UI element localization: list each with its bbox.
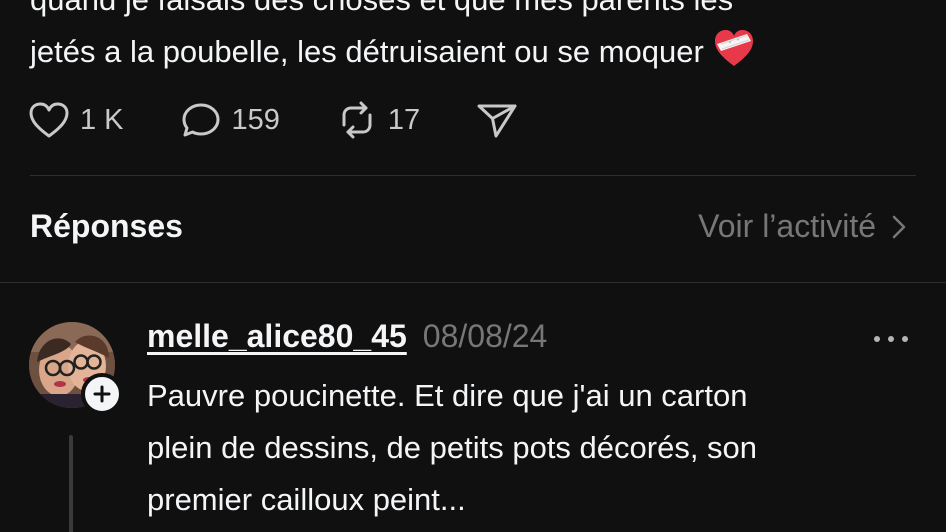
post-text-line-with-emoji: jetés a la poubelle, les détruisaient ou… [30, 26, 920, 84]
reply-text-line: Pauvre poucinette. Et dire que j'ai un c… [147, 378, 748, 413]
repost-icon [342, 101, 372, 139]
reply-text-line: premier cailloux peint... [147, 482, 466, 517]
chevron-right-icon [892, 215, 906, 238]
post-text-line: jetés a la poubelle, les détruisaient ou… [30, 34, 704, 69]
thread-post-view: quand je faisais des choses et que mes p… [0, 0, 946, 532]
post-actions-bar: 1 K 159 17 [28, 96, 518, 144]
like-button[interactable]: 1 K [28, 101, 124, 139]
reply-body: Pauvre poucinette. Et dire que j'ai un c… [147, 370, 917, 526]
more-dot-icon [888, 336, 894, 342]
heart-with-bandage-emoji [712, 28, 756, 84]
follow-button[interactable] [81, 373, 123, 415]
more-dot-icon [902, 336, 908, 342]
replies-heading: Réponses [30, 208, 183, 244]
section-divider [30, 175, 916, 176]
more-dot-icon [874, 336, 880, 342]
repost-button[interactable]: 17 [336, 101, 420, 139]
view-activity-label: Voir l’activité [698, 208, 876, 244]
reply-text-line: plein de dessins, de petits pots décorés… [147, 430, 758, 465]
heart-outline-icon [29, 102, 69, 138]
speech-bubble-icon [182, 103, 220, 137]
view-activity-link[interactable]: Voir l’activité [698, 208, 906, 245]
reply-date: 08/08/24 [422, 318, 548, 354]
comment-count: 159 [231, 103, 280, 136]
more-options-button[interactable] [874, 330, 908, 348]
share-button[interactable] [476, 101, 518, 139]
like-count: 1 K [80, 103, 124, 136]
post-text-line: quand je faisais des choses et que mes p… [30, 0, 920, 26]
comment-button[interactable]: 159 [180, 101, 280, 139]
post-body: quand je faisais des choses et que mes p… [30, 0, 920, 84]
reply-username[interactable]: melle_alice80_45 [147, 318, 407, 355]
thread-connector-line [69, 435, 73, 532]
send-icon [477, 104, 517, 138]
replies-divider [0, 282, 946, 283]
reply-header: melle_alice80_45 08/08/24 [147, 318, 547, 355]
plus-icon [93, 385, 111, 403]
repost-count: 17 [387, 103, 421, 136]
